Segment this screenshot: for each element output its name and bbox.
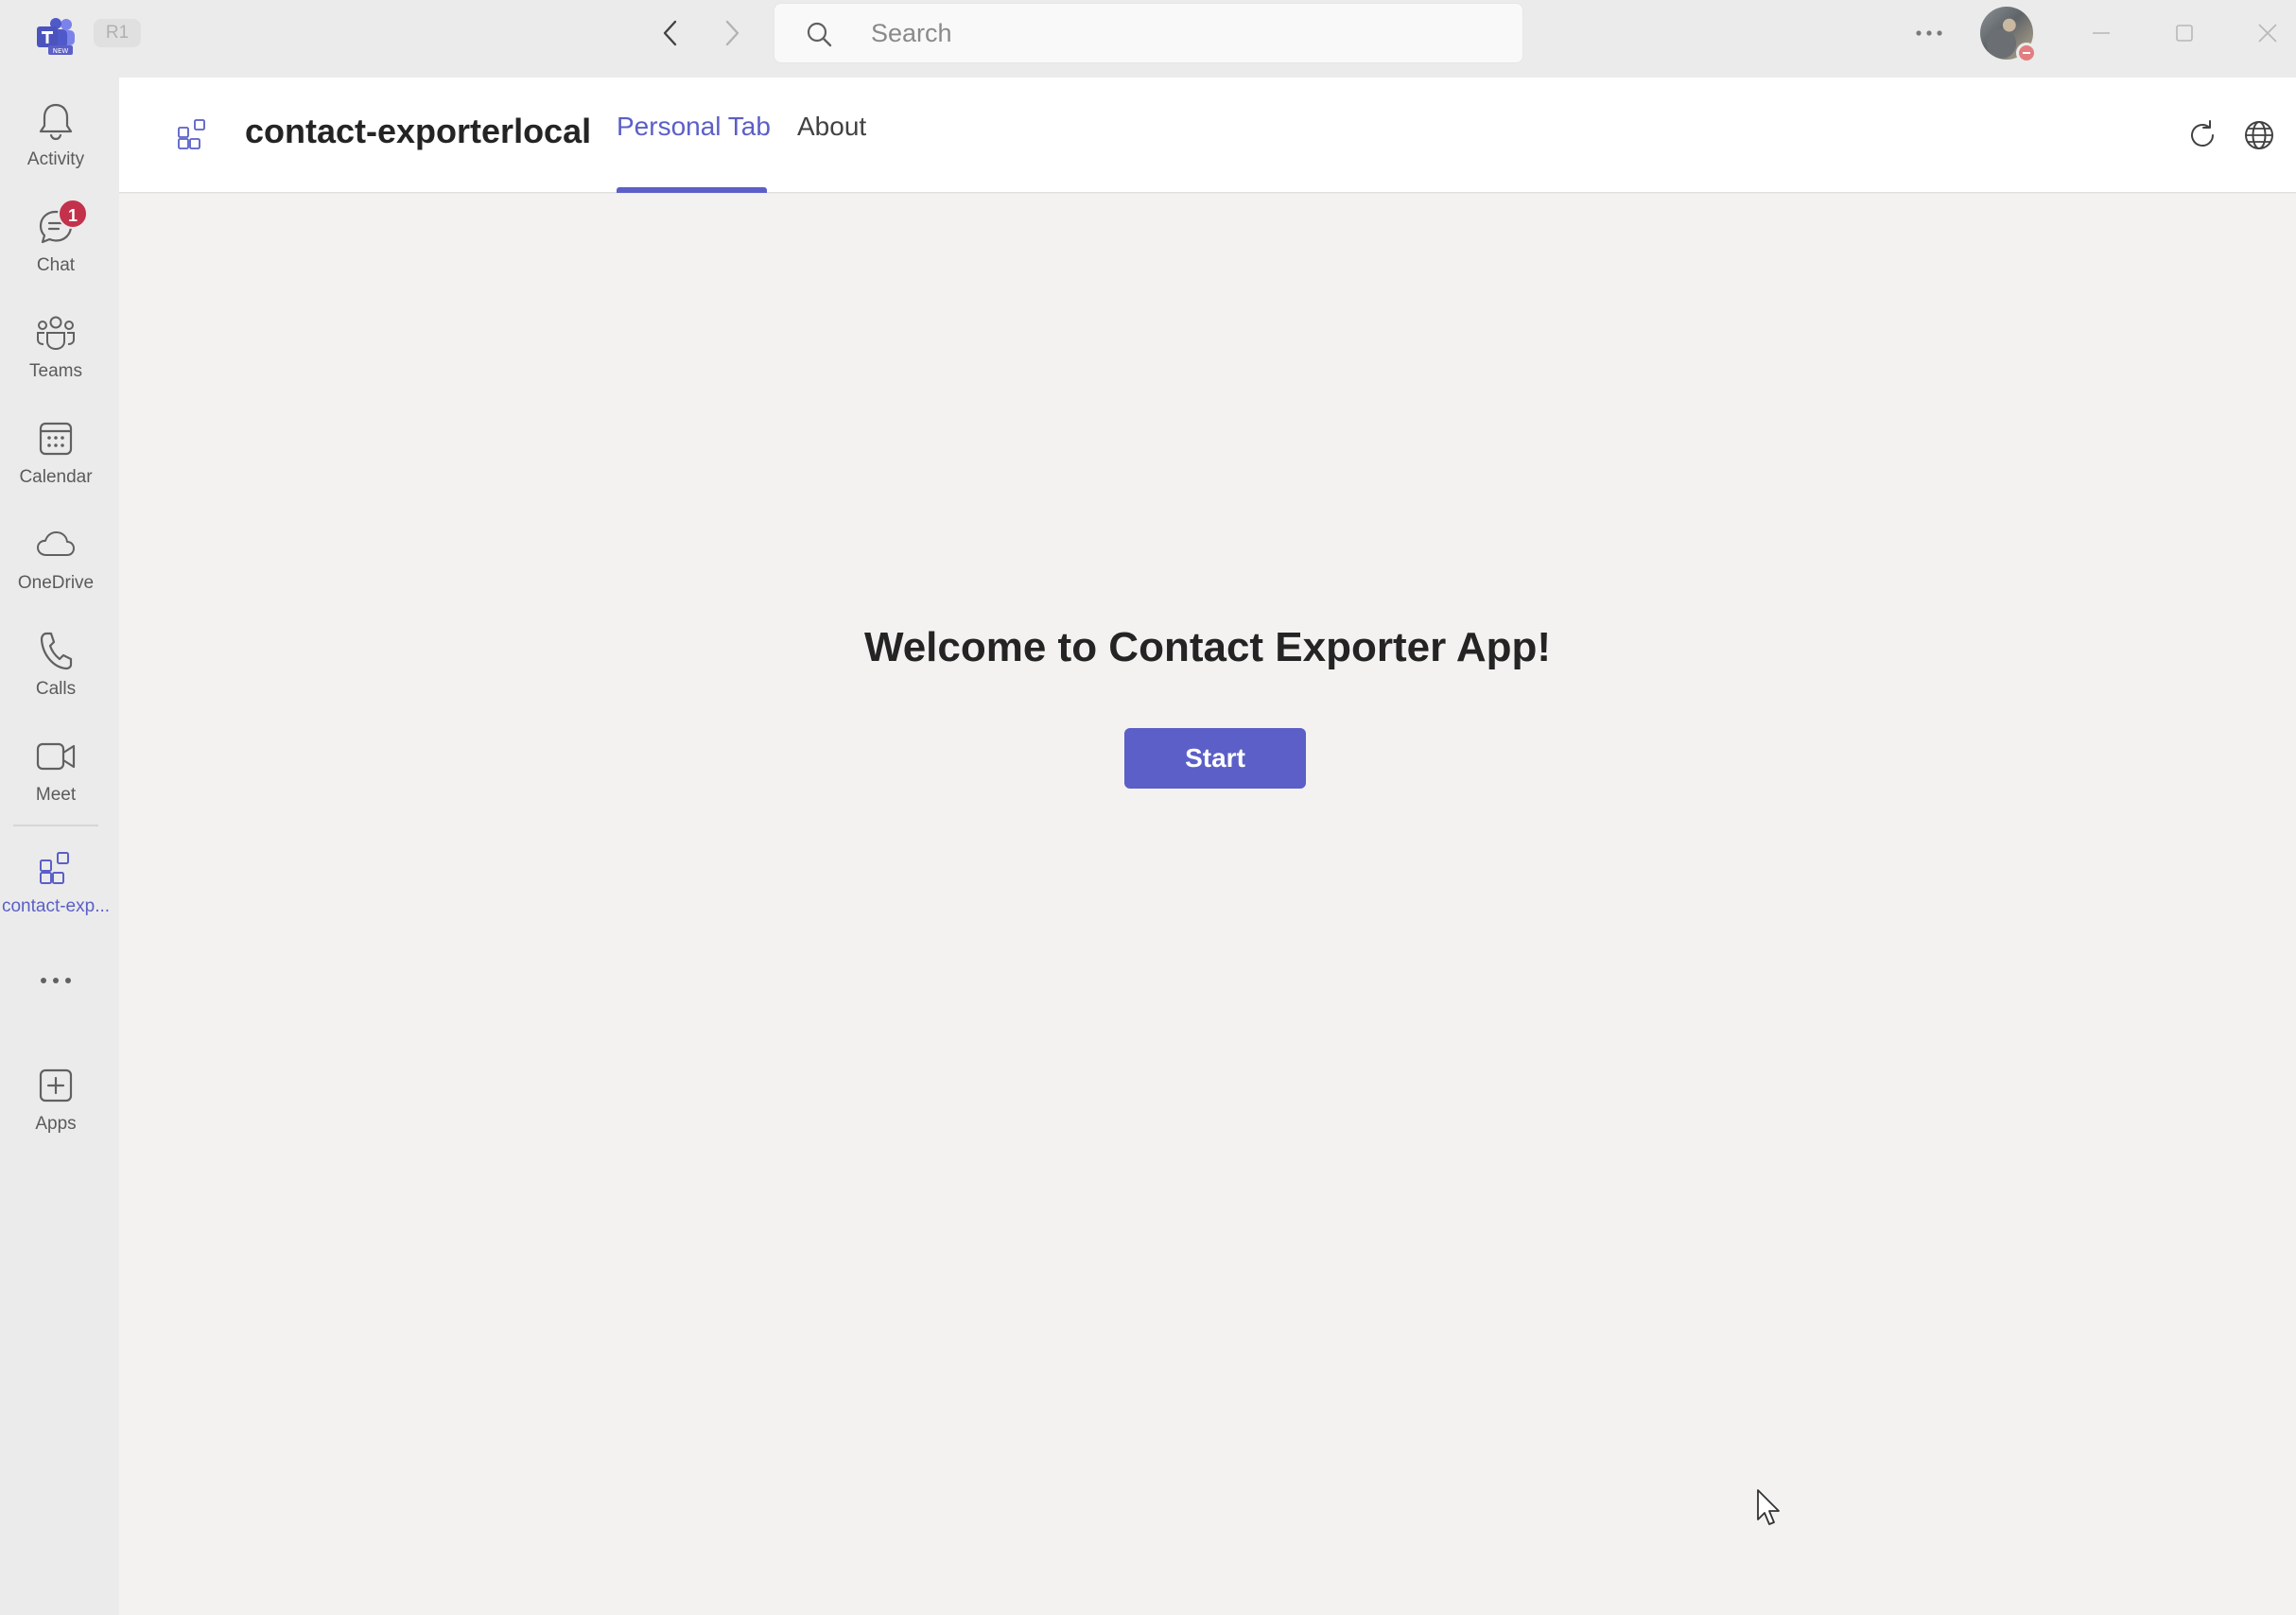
tab-about[interactable]: About: [797, 112, 866, 193]
rail-item-label: Apps: [35, 1114, 77, 1134]
tab-content: Welcome to Contact Exporter App! Start: [119, 194, 2296, 1615]
back-button[interactable]: [648, 14, 693, 52]
close-button[interactable]: [2241, 11, 2294, 55]
minimize-icon: [2093, 32, 2110, 34]
rail-item-onedrive[interactable]: OneDrive: [0, 511, 112, 609]
phone-icon: [35, 630, 77, 671]
calendar-icon: [35, 418, 77, 460]
chevron-right-icon: [725, 20, 739, 46]
rail-divider: [13, 825, 98, 826]
rail-item-label: Teams: [29, 361, 82, 381]
globe-icon: [2245, 121, 2273, 149]
refresh-icon: [2191, 120, 2214, 147]
logo-sub-label: NEW: [53, 47, 69, 55]
rail-item-teams[interactable]: Teams: [0, 299, 112, 397]
rail-item-meet[interactable]: Meet: [0, 722, 112, 821]
chat-icon: 1: [35, 199, 88, 248]
teams-logo-icon[interactable]: NEW: [35, 17, 77, 55]
app-title: contact-exporterlocal: [245, 112, 592, 150]
rail-item-contact-exporter[interactable]: contact-exp...: [0, 834, 112, 932]
rail-item-chat[interactable]: 1 Chat: [0, 193, 112, 291]
presence-busy-icon: [2016, 43, 2037, 63]
environment-badge: R1: [94, 19, 141, 47]
minimize-button[interactable]: [2075, 11, 2128, 55]
user-avatar[interactable]: [1980, 7, 2037, 63]
rail-item-label: Meet: [35, 785, 77, 805]
tab-personal[interactable]: Personal Tab: [617, 112, 771, 193]
open-in-browser-button[interactable]: [2239, 115, 2279, 155]
chevron-left-icon: [663, 20, 677, 46]
rail-item-calendar[interactable]: Calendar: [0, 405, 112, 503]
title-bar: NEW R1: [0, 0, 2296, 78]
start-button[interactable]: Start: [1124, 728, 1306, 789]
teams-icon: [35, 312, 77, 354]
app-header: contact-exporterlocal Personal Tab About: [119, 78, 2296, 193]
mouse-pointer-icon: [1755, 1487, 1783, 1529]
cloud-icon: [35, 524, 77, 565]
bell-icon: [35, 100, 77, 142]
active-tab-indicator: [617, 187, 767, 193]
rail-item-activity[interactable]: Activity: [0, 87, 112, 185]
rail-item-label: Calls: [35, 679, 77, 699]
settings-more-button[interactable]: [1910, 17, 1948, 49]
more-horizontal-icon: [41, 978, 71, 983]
chat-unread-badge: 1: [58, 199, 88, 229]
rail-item-label: Chat: [36, 255, 76, 275]
close-icon: [2258, 24, 2277, 43]
maximize-button[interactable]: [2158, 11, 2211, 55]
more-horizontal-icon: [1916, 30, 1942, 36]
app-grid-icon: [176, 117, 210, 151]
rail-item-label: OneDrive: [17, 573, 95, 593]
rail-item-apps[interactable]: Apps: [0, 1051, 112, 1150]
app-grid-icon: [35, 847, 77, 889]
add-app-icon: [35, 1065, 77, 1106]
rail-item-label: Activity: [26, 149, 85, 169]
search-input[interactable]: [869, 4, 1493, 62]
video-icon: [35, 736, 77, 777]
refresh-button[interactable]: [2183, 115, 2222, 155]
app-rail: Activity 1 Chat Teams Calendar OneDrive …: [0, 78, 119, 1615]
search-box[interactable]: [774, 3, 1523, 63]
rail-item-label: contact-exp...: [1, 896, 111, 916]
maximize-icon: [2176, 25, 2193, 42]
forward-button[interactable]: [709, 14, 755, 52]
rail-item-calls[interactable]: Calls: [0, 616, 112, 715]
rail-item-label: Calendar: [19, 467, 93, 487]
welcome-heading: Welcome to Contact Exporter App!: [863, 624, 1552, 670]
search-icon: [805, 21, 833, 49]
more-apps-button[interactable]: [0, 957, 112, 1004]
